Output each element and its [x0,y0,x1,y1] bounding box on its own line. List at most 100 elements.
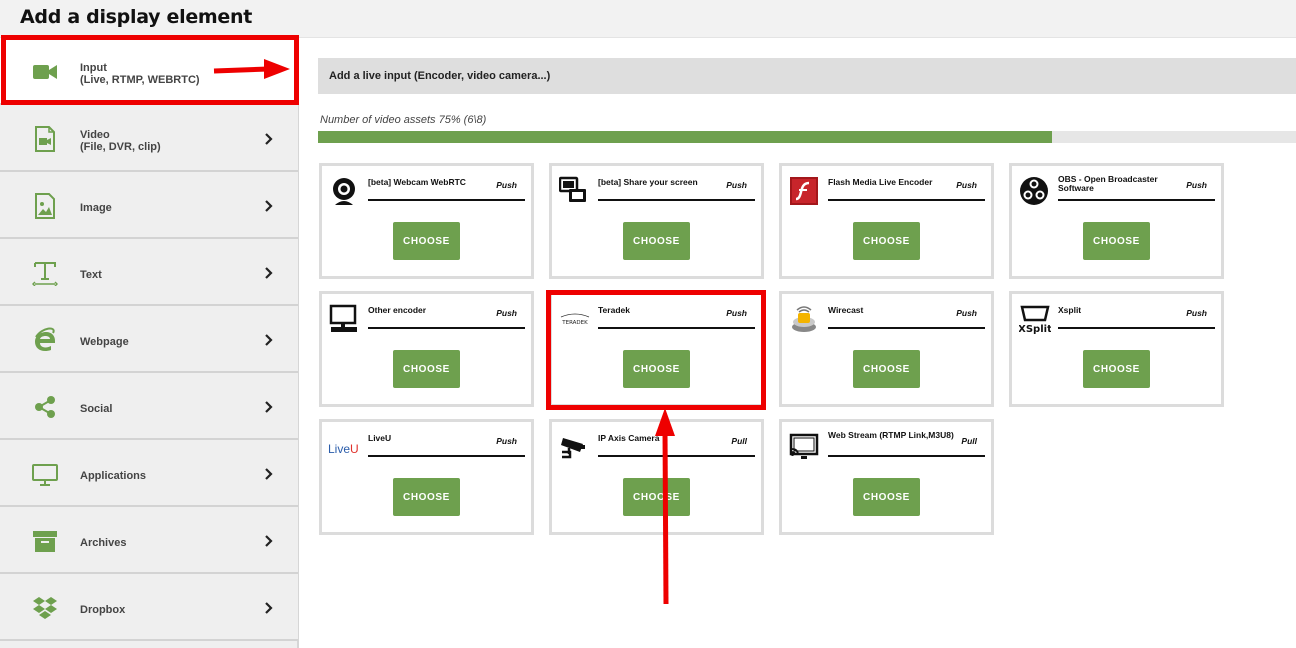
card-title: Xsplit [1058,305,1082,315]
computer-icon [329,304,357,332]
page-title: Add a display element [0,0,1296,38]
card-type: Push [726,308,747,318]
choose-button[interactable]: CHOOSE [393,350,460,388]
choose-button[interactable]: CHOOSE [1083,350,1150,388]
card-title: Web Stream (RTMP Link,M3U8) [828,430,954,440]
chevron-right-icon [265,267,273,279]
card-type: Push [726,180,747,190]
sidebar-item-label: Text [80,269,102,281]
card-type: Push [1186,180,1207,190]
chevron-right-icon [265,401,273,413]
card-type: Push [496,436,517,446]
share-icon [35,396,55,418]
choose-button[interactable]: CHOOSE [853,478,920,516]
chevron-right-icon [265,133,273,145]
sidebar-item-label: Social [80,403,113,415]
divider [368,455,525,457]
assets-count-text: Number of video assets 75% (6\8) [320,114,487,126]
internet-explorer-icon [35,327,55,352]
sidebar-item-label: Input (Live, RTMP, WEBRTC) [80,62,200,86]
sidebar-item-label: Dropbox [80,604,126,616]
sidebar-item-social[interactable]: Social [0,373,298,440]
encoder-card-share-screen: [beta] Share your screen Push CHOOSE [549,163,764,279]
xsplit-icon: XSplit [1019,305,1051,334]
obs-icon [1020,177,1048,205]
divider [1058,327,1215,329]
choose-button[interactable]: CHOOSE [393,478,460,516]
choose-button[interactable]: CHOOSE [623,478,690,516]
wirecast-icon [792,306,816,332]
card-title: Teradek [598,305,630,315]
card-type: Push [496,180,517,190]
sidebar-item-label: Archives [80,537,127,549]
card-title: Flash Media Live Encoder [828,177,933,187]
encoder-card-wirecast: Wirecast Push CHOOSE [779,291,994,407]
card-title: Other encoder [368,305,427,315]
divider [368,199,525,201]
encoder-card-teradek: TERADEK Teradek Push CHOOSE [549,291,764,407]
divider [828,327,985,329]
choose-button[interactable]: CHOOSE [853,222,920,260]
text-icon [32,262,58,286]
sidebar-item-label: Webpage [80,336,129,348]
card-title: [beta] Webcam WebRTC [368,177,466,187]
sidebar-item-applications[interactable]: Applications [0,440,298,507]
encoder-card-ip-axis-camera: IP Axis Camera Pull CHOOSE [549,419,764,535]
choose-button[interactable]: CHOOSE [1083,222,1150,260]
card-title: OBS - Open Broadcaster Software [1058,174,1158,193]
liveu-logo-icon: LiveU [328,442,359,456]
sidebar-item-image[interactable]: Image [0,172,298,239]
sidebar-item-label: Video (File, DVR, clip) [80,129,161,153]
divider [1058,199,1215,201]
video-file-icon [35,126,55,152]
security-camera-icon [561,438,585,459]
choose-button[interactable]: CHOOSE [623,350,690,388]
choose-button[interactable]: CHOOSE [623,222,690,260]
sidebar-item-label: Applications [80,470,147,482]
card-title: [beta] Share your screen [598,177,698,187]
sidebar-item-video[interactable]: Video (File, DVR, clip) [0,105,298,172]
sidebar-item-archives[interactable]: Archives [0,507,298,574]
sidebar-item-text[interactable]: Text [0,239,298,306]
dropbox-icon [33,597,57,619]
sidebar: Input (Live, RTMP, WEBRTC) Video (File, … [0,38,299,648]
encoder-card-flash-media: Flash Media Live Encoder Push CHOOSE [779,163,994,279]
card-type: Push [1186,308,1207,318]
card-type: Pull [961,436,977,446]
sidebar-item-input[interactable]: Input (Live, RTMP, WEBRTC) [0,38,298,105]
card-title: LiveU [368,433,392,443]
archive-box-icon [33,531,57,552]
card-title: Wirecast [828,305,864,315]
chevron-right-icon [265,602,273,614]
chevron-right-icon [265,200,273,212]
choose-button[interactable]: CHOOSE [853,350,920,388]
encoder-card-xsplit: XSplit Xsplit Push CHOOSE [1009,291,1224,407]
card-type: Push [956,180,977,190]
sidebar-item-webpage[interactable]: Webpage [0,306,298,373]
divider [598,199,755,201]
webcam-icon [333,178,355,205]
assets-progress-bar [318,131,1296,143]
assets-progress-fill [318,131,1052,143]
image-icon [35,193,55,219]
encoder-card-liveu: LiveU LiveU Push CHOOSE [319,419,534,535]
encoder-card-webcam-webrtc: [beta] Webcam WebRTC Push CHOOSE [319,163,534,279]
teradek-logo-icon: TERADEK [560,313,590,326]
svg-text:TERADEK: TERADEK [561,320,588,326]
chevron-right-icon [265,468,273,480]
card-title: IP Axis Camera [598,433,660,443]
monitor-icon [32,464,58,486]
screen-share-icon [559,176,586,202]
main-panel: Add a live input (Encoder, video camera.… [300,38,1296,648]
divider [368,327,525,329]
chevron-right-icon [265,334,273,346]
sidebar-item-label: Image [80,202,112,214]
card-type: Push [496,308,517,318]
card-type: Push [956,308,977,318]
sidebar-item-dropbox[interactable]: Dropbox [0,574,298,641]
card-type: Pull [731,436,747,446]
choose-button[interactable]: CHOOSE [393,222,460,260]
encoder-card-web-stream: Web Stream (RTMP Link,M3U8) Pull CHOOSE [779,419,994,535]
flash-icon [790,177,818,205]
divider [828,199,985,201]
